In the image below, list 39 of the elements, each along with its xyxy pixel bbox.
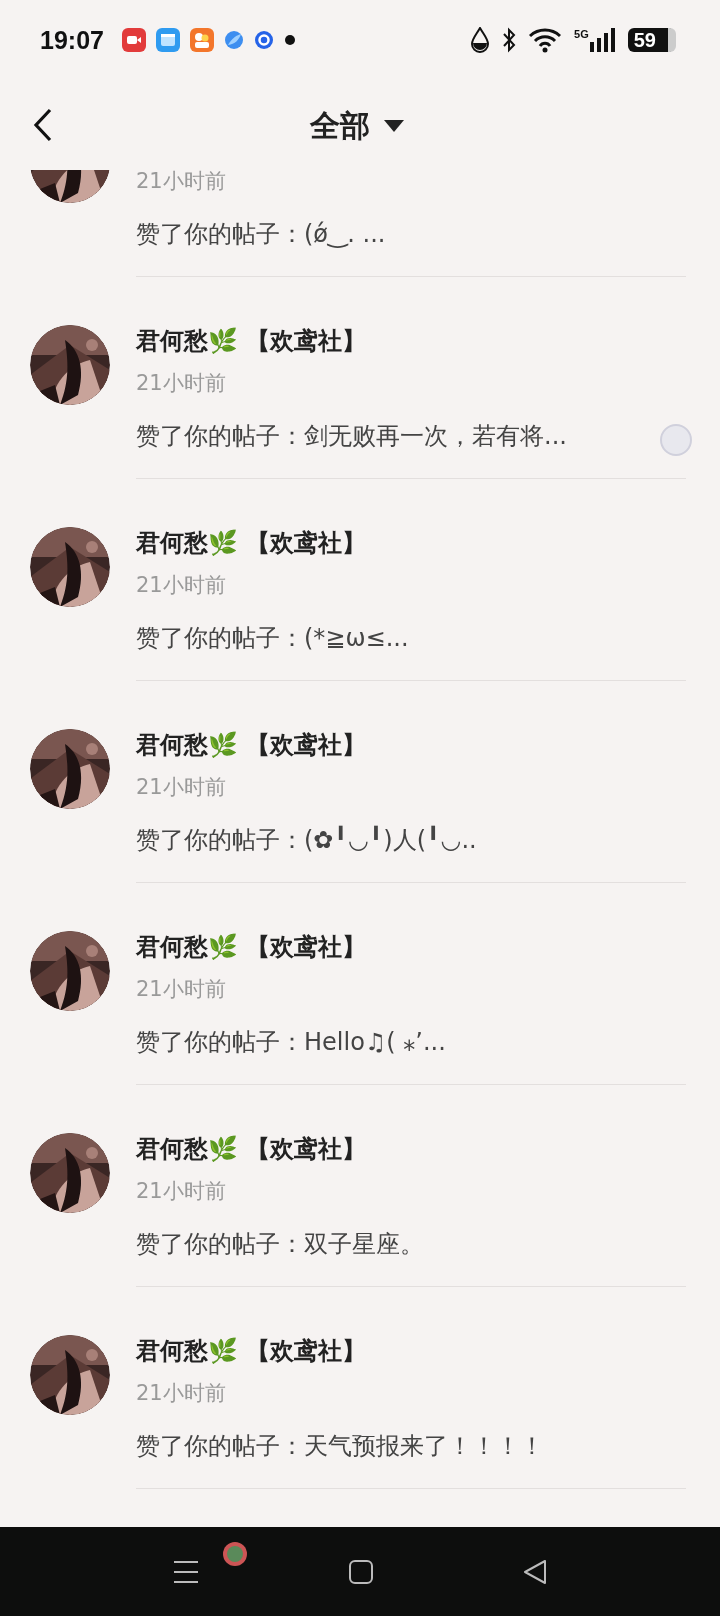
ring-app-icon [253,30,274,50]
timestamp: 21小时前 [136,370,227,397]
notification-text: 赞了你的帖子：(✿╹◡╹)人(╹◡.. [136,824,477,856]
notification-text: 赞了你的帖子：双子星座。 [136,1229,424,1260]
notification-text: 赞了你的帖子：(*≧ω≤... [136,623,409,654]
notification-text: 赞了你的帖子：天气预报来了！！！！ [136,1431,544,1462]
filter-dropdown[interactable]: 全部 [310,108,404,144]
back-chevron-icon[interactable] [32,108,54,142]
signal-icon [589,28,616,52]
notification-text: 赞了你的帖子：Hello♫( ⁎’... [136,1027,446,1058]
timestamp: 21小时前 [136,170,227,195]
user-name: 君何愁🌿 【欢鸢社】 [136,1134,368,1165]
dot-icon [283,34,296,46]
bluetooth-icon [502,27,517,53]
notification-text: 赞了你的帖子：(ǿ‿. ... [136,219,386,250]
drop-icon [470,27,491,53]
timestamp: 21小时前 [136,774,227,801]
leaf-app-icon [223,30,244,50]
user-name: 君何愁🌿 【欢鸢社】 [136,528,368,559]
back-icon[interactable] [523,1559,547,1584]
notification-text: 赞了你的帖子：剑无败再一次，若有将... [136,421,567,452]
network-type: 5G [574,28,589,40]
user-name: 君何愁🌿 【欢鸢社】 [136,326,368,357]
clock-time: 19:07 [40,25,104,55]
timestamp: 21小时前 [136,976,227,1003]
wifi-icon [528,27,563,53]
window-app-icon [155,28,180,52]
video-app-icon [121,28,146,52]
user-name: 君何愁🌿 【欢鸢社】 [136,1336,368,1367]
home-icon[interactable] [349,1559,373,1584]
menu-icon[interactable] [173,1559,199,1584]
user-name: 君何愁🌿 【欢鸢社】 [136,730,368,761]
timestamp: 21小时前 [136,1178,227,1205]
battery-level: 59 [627,28,676,52]
timestamp: 21小时前 [136,1380,227,1407]
timestamp: 21小时前 [136,572,227,599]
user-name: 君何愁🌿 【欢鸢社】 [136,932,368,963]
caret-icon [384,120,404,132]
record-dot-icon [222,1541,248,1567]
